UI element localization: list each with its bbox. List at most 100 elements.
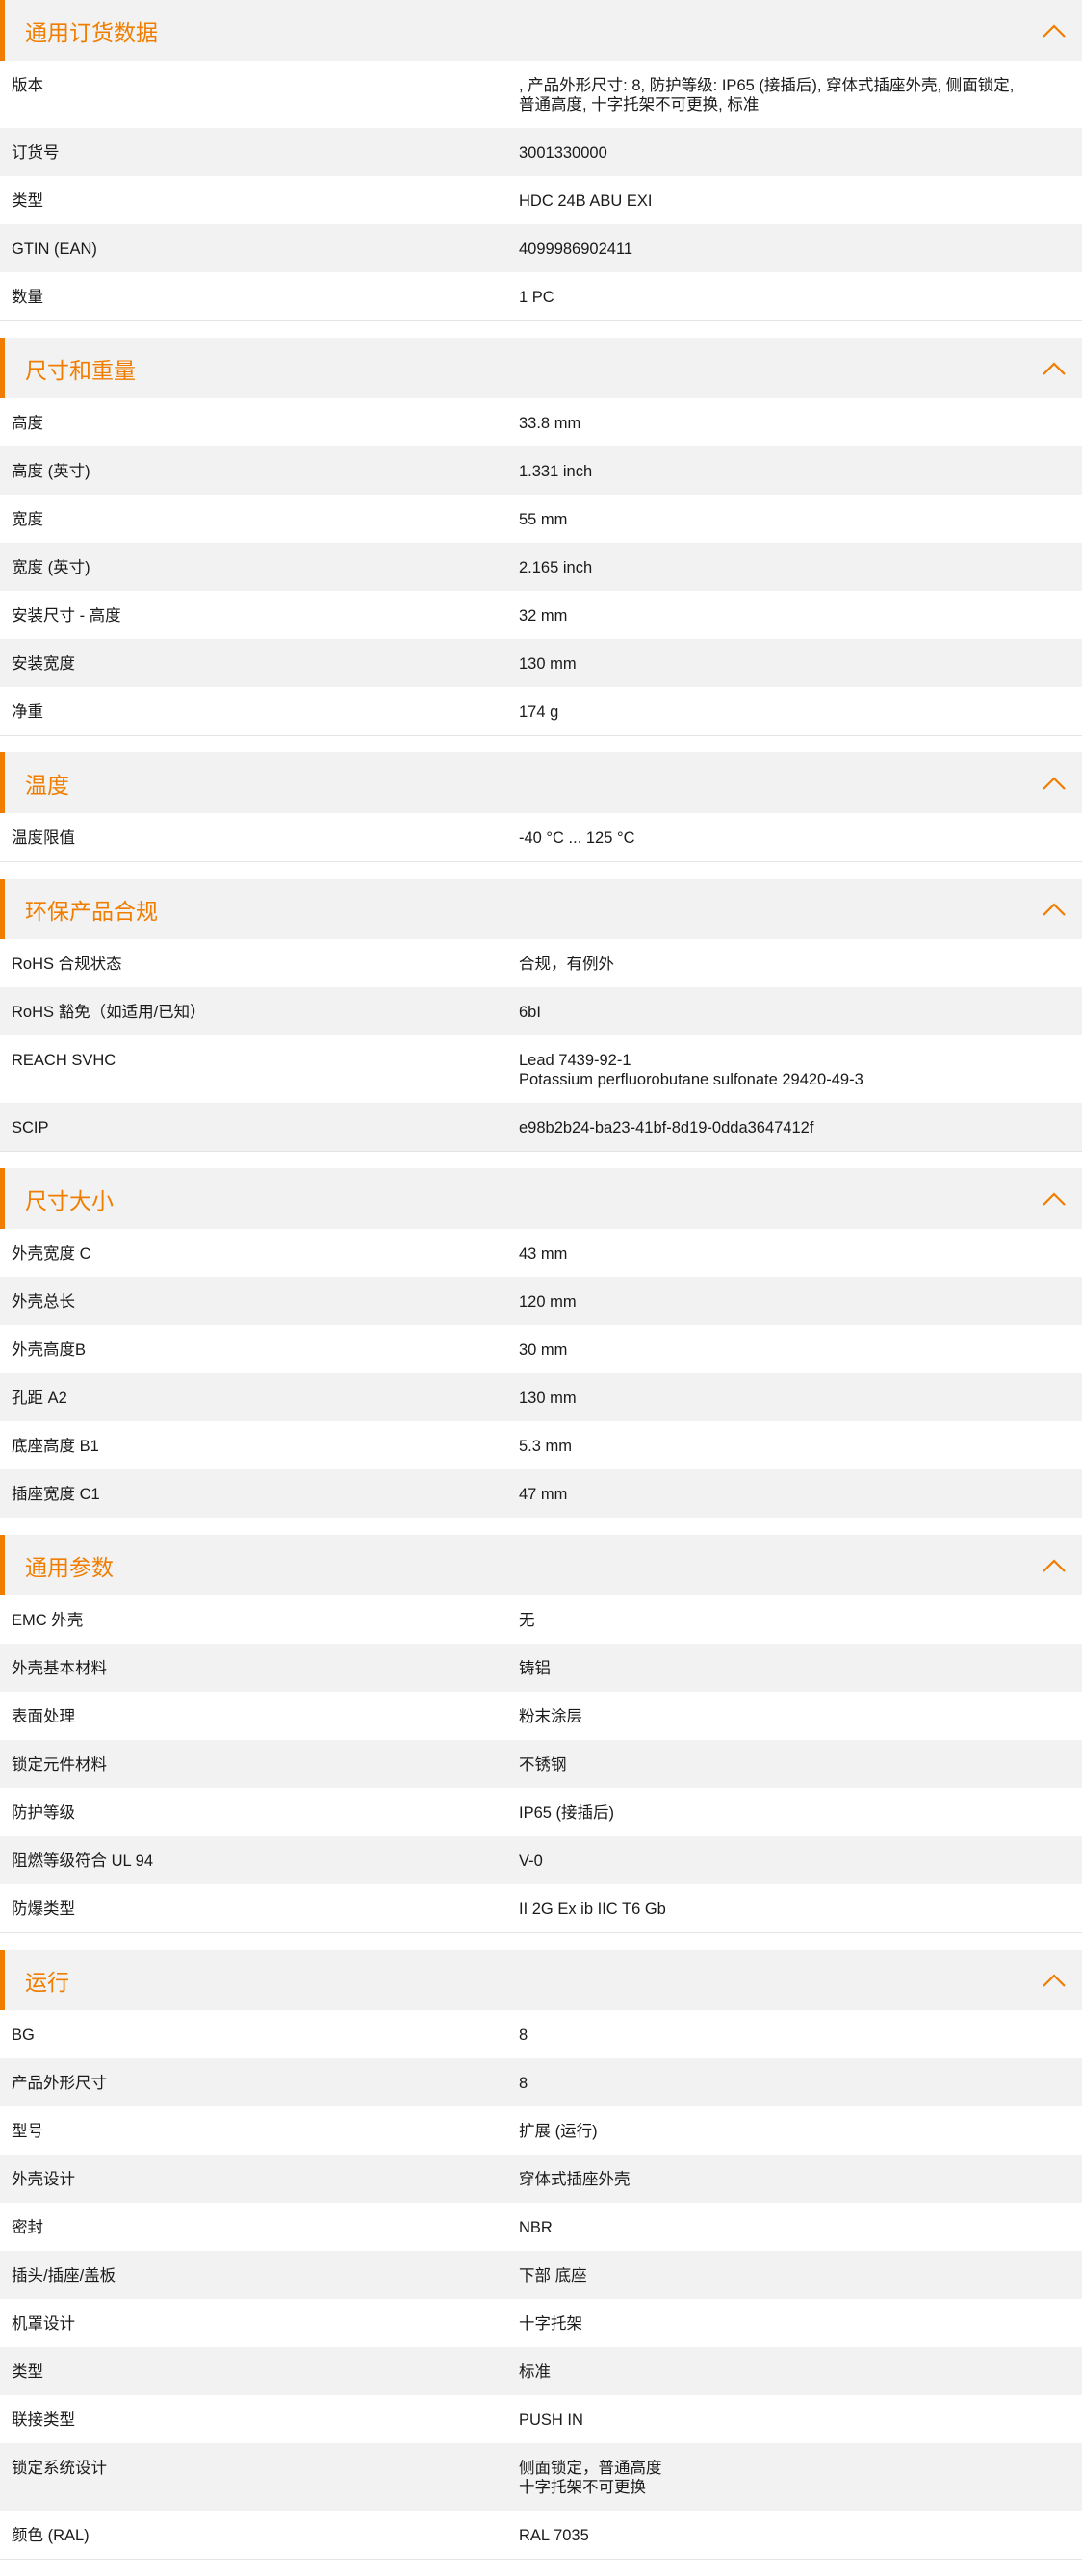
chevron-up-icon[interactable] <box>1038 1964 1070 1997</box>
spec-table: 外壳宽度 C 43 mm 外壳总长 120 mm 外壳高度B 30 mm 孔距 A2 130 … <box>0 1229 1082 1518</box>
spec-value-line: 3001330000 <box>519 144 607 162</box>
spec-row: 版本 , 产品外形尺寸: 8, 防护等级: IP65 (接插后), 穿体式插座外壳… <box>0 61 1082 128</box>
spec-value-line: 1 PC <box>519 289 554 306</box>
spec-label: 颜色 (RAL) <box>12 2527 90 2544</box>
spec-value: 粉末涂层 <box>519 1707 1082 1726</box>
section-header-toggle[interactable]: 运行 <box>0 1950 1082 2010</box>
chevron-up-icon[interactable] <box>1038 893 1070 926</box>
spec-value: 3001330000 <box>519 143 1082 163</box>
spec-value-line: 8 <box>519 2027 528 2044</box>
spec-row: 外壳总长 120 mm <box>0 1277 1082 1325</box>
spec-label: 高度 (英寸) <box>12 463 90 480</box>
spec-value: 120 mm <box>519 1292 1082 1312</box>
spec-value-line: 47 mm <box>519 1486 568 1503</box>
spec-value-line: , 产品外形尺寸: 8, 防护等级: IP65 (接插后), 穿体式插座外壳, … <box>519 77 1015 94</box>
spec-value-line: RAL 7035 <box>519 2527 589 2544</box>
spec-row: 高度 33.8 mm <box>0 398 1082 446</box>
spec-label: 温度限值 <box>12 829 75 847</box>
spec-row: RoHS 合规状态 合规，有例外 <box>0 939 1082 987</box>
chevron-up-icon[interactable] <box>1038 352 1070 385</box>
section-header-toggle[interactable]: 通用参数 <box>0 1535 1082 1595</box>
spec-row: 数量 1 PC <box>0 272 1082 321</box>
spec-value: 33.8 mm <box>519 414 1082 433</box>
spec-label: 宽度 <box>12 511 43 528</box>
chevron-up-icon[interactable] <box>1038 767 1070 800</box>
section-title: 尺寸和重量 <box>25 357 136 383</box>
spec-table: EMC 外壳 无外壳基本材料 铸铝 表面处理 粉末涂层 锁定元件材料 不锈钢 防护等级 IP65… <box>0 1595 1082 1933</box>
spec-label: 插座宽度 C1 <box>12 1486 100 1503</box>
spec-value: 8 <box>519 2026 1082 2045</box>
chevron-up-icon[interactable] <box>1038 1549 1070 1582</box>
spec-row: 防爆类型 II 2G Ex ib IIC T6 Gb <box>0 1884 1082 1933</box>
spec-label: REACH SVHC <box>12 1052 116 1069</box>
spec-value-line: PUSH IN <box>519 2411 583 2429</box>
spec-label: 类型 <box>12 2363 43 2381</box>
spec-row: 外壳设计 穿体式插座外壳 <box>0 2155 1082 2203</box>
spec-label: 插头/插座/盖板 <box>12 2267 116 2284</box>
spec-table: 高度 33.8 mm 高度 (英寸) 1.331 inch 宽度 55 mm 宽度 (英寸)… <box>0 398 1082 736</box>
spec-label: 机罩设计 <box>12 2315 75 2333</box>
spec-label: BG <box>12 2027 35 2044</box>
spec-row: EMC 外壳 无 <box>0 1595 1082 1644</box>
spec-row: 高度 (英寸) 1.331 inch <box>0 446 1082 495</box>
spec-row: 型号 扩展 (运行) <box>0 2106 1082 2155</box>
spec-label: 防爆类型 <box>12 1900 75 1918</box>
spec-value-line: 120 mm <box>519 1293 577 1311</box>
spec-row: RoHS 豁免（如适用/已知） 6bI <box>0 987 1082 1035</box>
spec-value-line: 合规，有例外 <box>519 956 614 973</box>
spec-value: 不锈钢 <box>519 1755 1082 1774</box>
spec-row: 外壳基本材料 铸铝 <box>0 1644 1082 1692</box>
spec-value-line: NBR <box>519 2219 553 2236</box>
chevron-up-icon[interactable] <box>1038 1183 1070 1215</box>
spec-label: 宽度 (英寸) <box>12 559 90 576</box>
spec-value-line: 6bI <box>519 1004 541 1021</box>
spec-label: 联接类型 <box>12 2411 75 2429</box>
spec-value-line: 30 mm <box>519 1341 568 1359</box>
spec-value: 十字托架 <box>519 2314 1082 2334</box>
spec-section: 运行 BG 8 产品外形尺寸 8 型号 扩展 (运行) 外壳设计 穿体式插座外壳 密封 NBR 插头/… <box>0 1950 1082 2560</box>
spec-label: 产品外形尺寸 <box>12 2075 107 2092</box>
spec-value-line: 下部 底座 <box>519 2267 587 2284</box>
spec-value: 下部 底座 <box>519 2266 1082 2285</box>
chevron-up-icon[interactable] <box>1038 14 1070 47</box>
section-header-toggle[interactable]: 环保产品合规 <box>0 879 1082 939</box>
spec-value: V-0 <box>519 1851 1082 1871</box>
spec-value: 6bI <box>519 1003 1082 1022</box>
spec-label: RoHS 豁免（如适用/已知） <box>12 1004 206 1021</box>
spec-label: 类型 <box>12 192 43 210</box>
spec-row: REACH SVHC Lead 7439-92-1 Potassium perflu… <box>0 1035 1082 1103</box>
spec-value-line: 粉末涂层 <box>519 1708 582 1725</box>
spec-value-line: Potassium perfluorobutane sulfonate 2942… <box>519 1071 863 1088</box>
spec-value: PUSH IN <box>519 2410 1082 2430</box>
spec-row: 净重 174 g <box>0 687 1082 736</box>
spec-value: NBR <box>519 2218 1082 2237</box>
spec-value-line: e98b2b24-ba23-41bf-8d19-0dda3647412f <box>519 1119 814 1136</box>
spec-label: 阻燃等级符合 UL 94 <box>12 1852 154 1870</box>
spec-section: 温度 温度限值 -40 °C ... 125 °C <box>0 752 1082 862</box>
spec-value: 标准 <box>519 2362 1082 2382</box>
spec-value: 30 mm <box>519 1340 1082 1360</box>
spec-value-line: 130 mm <box>519 1390 577 1407</box>
section-header-toggle[interactable]: 通用订货数据 <box>0 0 1082 61</box>
spec-row: 插座宽度 C1 47 mm <box>0 1469 1082 1518</box>
spec-section: 尺寸大小 外壳宽度 C 43 mm 外壳总长 120 mm 外壳高度B 30 mm 孔距 A2… <box>0 1168 1082 1518</box>
spec-value-line: 十字托架 <box>519 2315 582 2333</box>
section-title: 通用参数 <box>25 1554 114 1580</box>
spec-value-line: 130 mm <box>519 655 577 673</box>
spec-value: 侧面锁定，普通高度 十字托架不可更换 <box>519 2459 1082 2497</box>
spec-value-line: 侧面锁定，普通高度 <box>519 2460 662 2477</box>
spec-value: HDC 24B ABU EXI <box>519 191 1082 211</box>
section-header-toggle[interactable]: 温度 <box>0 752 1082 813</box>
spec-row: 阻燃等级符合 UL 94 V-0 <box>0 1836 1082 1884</box>
section-title: 运行 <box>25 1969 69 1995</box>
spec-value: , 产品外形尺寸: 8, 防护等级: IP65 (接插后), 穿体式插座外壳, … <box>519 76 1082 115</box>
spec-row: 外壳高度B 30 mm <box>0 1325 1082 1373</box>
spec-value: 174 g <box>519 702 1082 722</box>
spec-label: 密封 <box>12 2219 43 2236</box>
spec-row: 联接类型 PUSH IN <box>0 2395 1082 2443</box>
section-header-toggle[interactable]: 尺寸和重量 <box>0 338 1082 398</box>
section-header-toggle[interactable]: 尺寸大小 <box>0 1168 1082 1229</box>
spec-section: 通用订货数据 版本 , 产品外形尺寸: 8, 防护等级: IP65 (接插后), 穿… <box>0 0 1082 321</box>
spec-row: 安装宽度 130 mm <box>0 639 1082 687</box>
spec-row: 类型 标准 <box>0 2347 1082 2395</box>
